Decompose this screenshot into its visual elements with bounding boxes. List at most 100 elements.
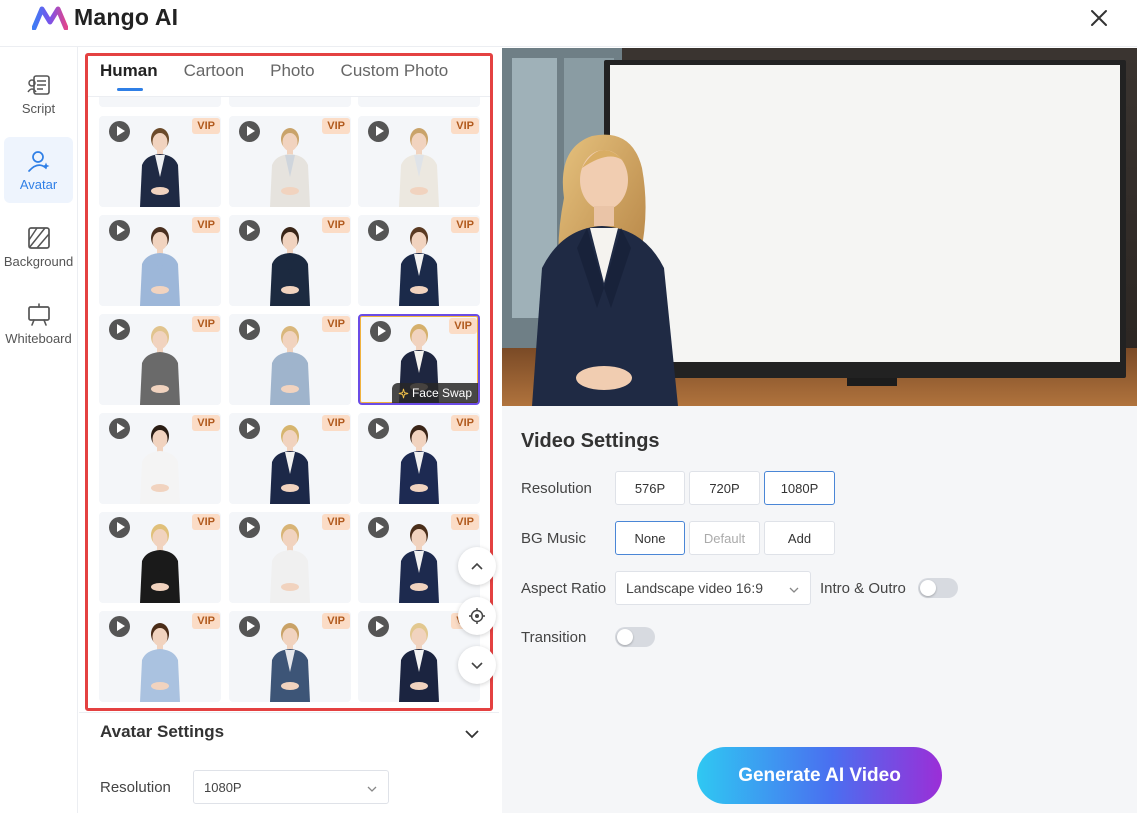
avatar-figure bbox=[140, 623, 180, 702]
avatar-card[interactable]: VIP bbox=[229, 413, 351, 504]
sidebar: Script Avatar Background Whiteboard bbox=[0, 47, 78, 813]
avatar-figure bbox=[399, 623, 439, 702]
collapse-toggle[interactable] bbox=[463, 725, 481, 748]
play-preview-button[interactable] bbox=[109, 121, 130, 142]
avatar-card[interactable]: VIP Face Swap bbox=[358, 314, 480, 405]
sidebar-item-script[interactable]: Script bbox=[4, 61, 73, 127]
avatar-figure bbox=[140, 425, 180, 504]
play-preview-button[interactable] bbox=[109, 616, 130, 637]
play-preview-button[interactable] bbox=[239, 319, 260, 340]
avatar-figure bbox=[140, 524, 180, 603]
vip-badge: VIP bbox=[322, 415, 350, 431]
tab-cartoon[interactable]: Cartoon bbox=[184, 61, 244, 81]
play-preview-button[interactable] bbox=[109, 220, 130, 241]
video-settings-title: Video Settings bbox=[521, 430, 660, 452]
sidebar-item-label: Background bbox=[3, 253, 74, 269]
play-preview-button[interactable] bbox=[368, 220, 389, 241]
play-preview-button[interactable] bbox=[239, 517, 260, 538]
avatar-figure bbox=[399, 425, 439, 504]
avatar-figure bbox=[399, 128, 439, 207]
chevron-down-icon bbox=[471, 662, 483, 670]
script-icon bbox=[26, 74, 50, 95]
play-preview-button[interactable] bbox=[109, 517, 130, 538]
face-swap-button[interactable]: Face Swap bbox=[391, 383, 478, 403]
sidebar-item-background[interactable]: Background bbox=[4, 214, 73, 280]
vip-badge: VIP bbox=[192, 613, 220, 629]
vip-badge: VIP bbox=[192, 415, 220, 431]
avatar-card[interactable]: VIP bbox=[99, 116, 221, 207]
avatar-grid: VIP VIP VIP VIP VIP VIP VIP VIP VIP Face Swap VIP V… bbox=[88, 97, 490, 708]
scroll-down-button[interactable] bbox=[458, 646, 496, 684]
avatar-card-partial[interactable] bbox=[99, 97, 221, 107]
scroll-up-button[interactable] bbox=[458, 547, 496, 585]
vip-badge: VIP bbox=[322, 316, 350, 332]
vip-badge: VIP bbox=[322, 217, 350, 233]
play-preview-button[interactable] bbox=[368, 418, 389, 439]
generate-ai-video-button[interactable]: Generate AI Video bbox=[697, 747, 942, 804]
avatar-card[interactable]: VIP bbox=[99, 611, 221, 702]
resolution-option-576p[interactable]: 576P bbox=[615, 471, 685, 505]
avatar-card[interactable]: VIP bbox=[358, 116, 480, 207]
transition-toggle[interactable] bbox=[615, 627, 655, 647]
bg-music-option-none[interactable]: None bbox=[615, 521, 685, 555]
vip-badge: VIP bbox=[192, 514, 220, 530]
avatar-card[interactable]: VIP bbox=[229, 512, 351, 603]
bg-music-option-add[interactable]: Add bbox=[764, 521, 835, 555]
chevron-down-icon bbox=[789, 587, 799, 593]
tab-human[interactable]: Human bbox=[100, 61, 158, 91]
avatar-card-partial[interactable] bbox=[358, 97, 480, 107]
play-preview-button[interactable] bbox=[109, 418, 130, 439]
avatar-card[interactable]: VIP bbox=[99, 512, 221, 603]
resolution-option-1080p[interactable]: 1080P bbox=[764, 471, 835, 505]
play-preview-button[interactable] bbox=[370, 321, 391, 342]
play-preview-button[interactable] bbox=[368, 616, 389, 637]
resolution-option-720p[interactable]: 720P bbox=[689, 471, 760, 505]
top-bar: Mango AI bbox=[0, 0, 1137, 47]
avatar-tabs: Human Cartoon Photo Custom Photo bbox=[100, 61, 449, 91]
app-root: Mango AI Script Avatar Background Whiteb… bbox=[0, 0, 1137, 813]
play-preview-button[interactable] bbox=[239, 220, 260, 241]
avatar-card[interactable]: VIP bbox=[99, 215, 221, 306]
vip-badge: VIP bbox=[449, 318, 477, 334]
aspect-ratio-select[interactable]: Landscape video 16:9 bbox=[615, 571, 811, 605]
vip-badge: VIP bbox=[451, 514, 479, 530]
avatar-card[interactable]: VIP bbox=[229, 116, 351, 207]
locate-selected-button[interactable] bbox=[458, 597, 496, 635]
avatar-card-partial[interactable] bbox=[229, 97, 351, 107]
avatar-card[interactable]: VIP bbox=[229, 215, 351, 306]
sidebar-item-avatar[interactable]: Avatar bbox=[4, 137, 73, 203]
avatar-card[interactable]: VIP bbox=[229, 314, 351, 405]
vip-badge: VIP bbox=[451, 118, 479, 134]
sidebar-item-label: Avatar bbox=[19, 176, 58, 192]
resolution-label: Resolution bbox=[521, 480, 592, 497]
play-preview-button[interactable] bbox=[239, 418, 260, 439]
avatar-card[interactable]: VIP bbox=[229, 611, 351, 702]
tab-custom-photo[interactable]: Custom Photo bbox=[341, 61, 449, 81]
intro-outro-toggle[interactable] bbox=[918, 578, 958, 598]
whiteboard-icon bbox=[27, 302, 50, 326]
avatar-card[interactable]: VIP bbox=[358, 413, 480, 504]
play-preview-button[interactable] bbox=[109, 319, 130, 340]
play-preview-button[interactable] bbox=[239, 616, 260, 637]
vip-badge: VIP bbox=[451, 415, 479, 431]
play-preview-button[interactable] bbox=[368, 121, 389, 142]
avatar-figure bbox=[140, 128, 180, 207]
close-button[interactable] bbox=[1087, 6, 1111, 30]
avatar-resolution-select[interactable]: 1080P bbox=[193, 770, 389, 804]
play-preview-button[interactable] bbox=[239, 121, 260, 142]
bg-music-option-default[interactable]: Default bbox=[689, 521, 760, 555]
avatar-icon bbox=[27, 150, 49, 172]
play-preview-button[interactable] bbox=[368, 517, 389, 538]
chevron-down-icon bbox=[465, 730, 479, 739]
avatar-card[interactable]: VIP bbox=[99, 413, 221, 504]
sidebar-item-whiteboard[interactable]: Whiteboard bbox=[4, 291, 73, 357]
background-icon bbox=[27, 226, 50, 249]
avatar-figure bbox=[140, 227, 180, 306]
tab-photo[interactable]: Photo bbox=[270, 61, 314, 81]
video-preview bbox=[502, 48, 1137, 406]
sidebar-item-label: Script bbox=[21, 100, 56, 116]
avatar-card[interactable]: VIP bbox=[99, 314, 221, 405]
avatar-card[interactable]: VIP bbox=[358, 215, 480, 306]
avatar-figure bbox=[140, 326, 180, 405]
avatar-resolution-value: 1080P bbox=[204, 780, 242, 795]
